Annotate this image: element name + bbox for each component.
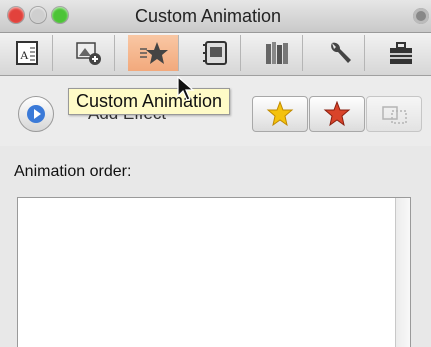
mouse-cursor-icon	[177, 76, 195, 101]
slide-inspector-button[interactable]	[190, 35, 241, 71]
tooltip: Custom Animation	[68, 88, 231, 115]
close-button[interactable]	[8, 7, 24, 23]
toolbar-toggle-button[interactable]	[413, 8, 429, 24]
play-icon	[27, 105, 45, 123]
zoom-button[interactable]	[52, 7, 68, 23]
motion-path-icon	[382, 106, 407, 124]
books-icon	[266, 42, 288, 64]
briefcase-icon	[390, 42, 412, 64]
entrance-effect-button[interactable]	[252, 96, 308, 132]
minimize-button[interactable]	[30, 7, 46, 23]
svg-text:A: A	[20, 48, 29, 62]
text-box-icon: A	[16, 41, 38, 65]
custom-animation-button[interactable]	[128, 35, 179, 71]
star-yellow-icon	[266, 101, 294, 127]
tools-button[interactable]	[314, 35, 365, 71]
wrench-icon	[331, 42, 351, 63]
picture-inspector-button[interactable]	[64, 35, 115, 71]
star-red-icon	[323, 101, 351, 127]
animation-order-list[interactable]	[17, 197, 411, 347]
inspector-toolbar: A	[0, 33, 431, 76]
slide-icon	[203, 41, 227, 65]
animation-order-label: Animation order:	[14, 163, 132, 180]
play-button[interactable]	[18, 96, 54, 132]
window-title: Custom Animation	[135, 6, 282, 26]
animation-order-scrollbar[interactable]	[395, 198, 410, 347]
toolbox-button[interactable]	[376, 35, 426, 71]
star-animation-icon	[140, 42, 168, 64]
emphasis-effect-button[interactable]	[309, 96, 365, 132]
text-inspector-button[interactable]: A	[2, 35, 53, 71]
title-bar: Custom Animation	[0, 0, 431, 33]
object-palette-button[interactable]	[252, 35, 303, 71]
picture-add-icon	[76, 42, 101, 65]
motion-path-button[interactable]	[366, 96, 422, 132]
